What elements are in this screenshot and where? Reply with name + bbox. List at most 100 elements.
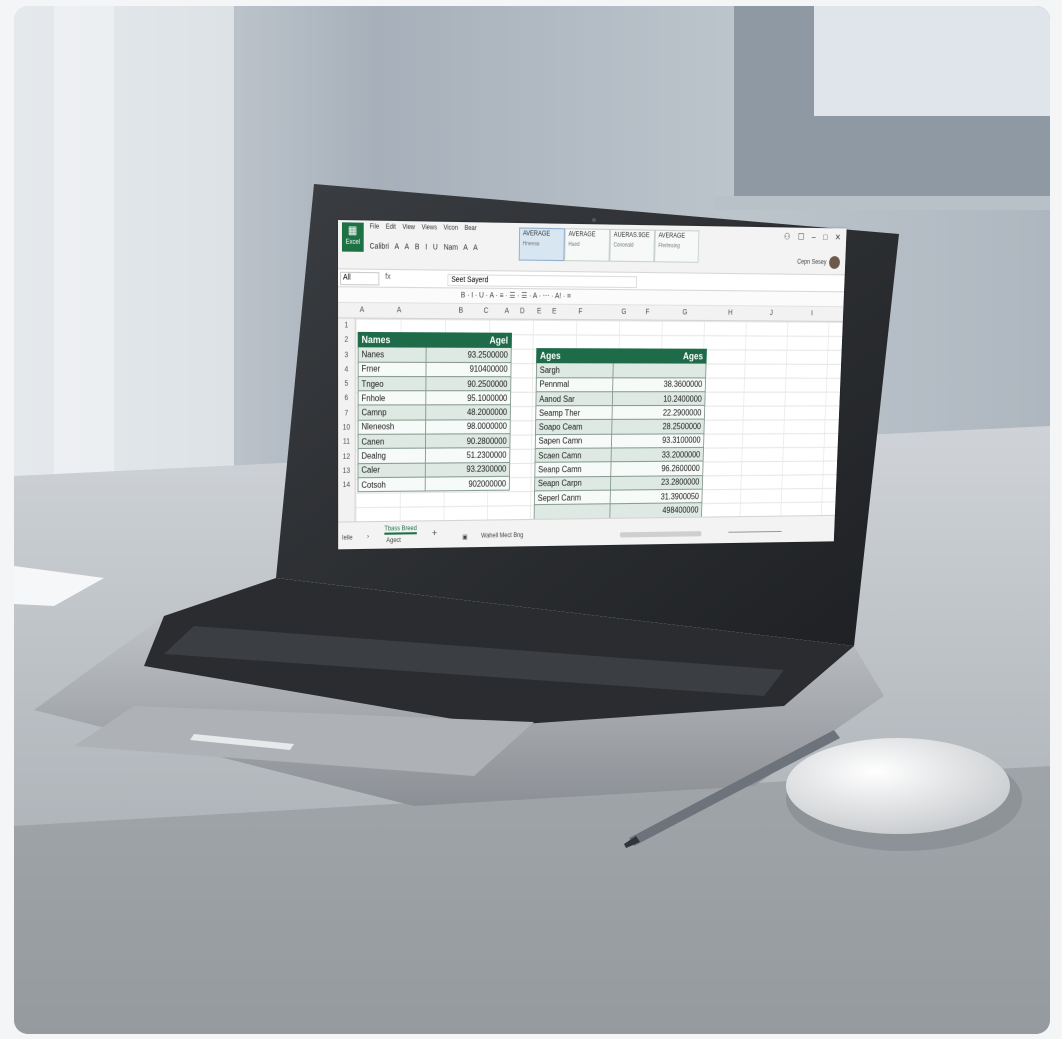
sheet-nav-label[interactable]: Ielle (342, 535, 353, 542)
column-header[interactable]: F (578, 308, 582, 316)
header-cell[interactable]: Agel (426, 332, 512, 348)
formula-input[interactable]: Seet Sayerd (447, 274, 638, 289)
age-cell[interactable]: 28.2500000 (611, 419, 705, 435)
age-cell[interactable]: 910400000 (425, 361, 512, 377)
restore-icon[interactable]: ☐ (798, 232, 805, 242)
age-cell[interactable]: 31.3900050 (610, 489, 703, 505)
age-cell[interactable]: 48.2000000 (425, 405, 511, 420)
name-cell[interactable]: Canen (358, 434, 426, 449)
font-color-button[interactable]: A (473, 244, 478, 252)
column-header[interactable]: E (537, 308, 542, 316)
shrink-font-button[interactable]: A (405, 243, 410, 251)
column-header[interactable]: A (505, 308, 510, 316)
age-cell[interactable]: 902000000 (425, 476, 510, 492)
name-cell[interactable]: Dealng (358, 448, 426, 464)
age-cell[interactable]: 33.2000000 (611, 447, 704, 463)
name-cell[interactable]: Scaen Camn (535, 448, 612, 463)
name-cell[interactable]: Fnhole (358, 390, 426, 406)
row-header[interactable]: 14 (338, 479, 354, 494)
grow-font-button[interactable]: A (395, 243, 400, 251)
style-average-4[interactable]: AVERAGE Fferlmsing (654, 229, 700, 263)
age-cell[interactable]: 38.3600000 (612, 377, 706, 392)
menu-views[interactable]: Views (422, 225, 438, 232)
name-button[interactable]: Nam (444, 244, 458, 252)
function-icon[interactable]: fx (385, 273, 390, 281)
name-cell[interactable]: Soapo Ceam (535, 419, 612, 435)
menu-edit[interactable]: Edit (386, 224, 396, 231)
age-cell[interactable] (612, 363, 707, 378)
age-cell[interactable]: 93.3100000 (611, 433, 704, 449)
chevron-right-icon[interactable]: › (367, 534, 369, 540)
add-sheet-button[interactable]: + (432, 528, 437, 539)
age-cell[interactable]: 90.2800000 (425, 433, 511, 449)
bold-button[interactable]: B (415, 244, 420, 252)
format-tools[interactable]: B · I · U · A · ≡ · ☰ · ☰ · A · ⋯ · A! ·… (461, 291, 571, 301)
name-cell[interactable]: Sapen Camn (535, 434, 612, 449)
row-header[interactable]: 5 (338, 377, 355, 392)
name-cell[interactable]: Seamp Ther (535, 405, 613, 421)
name-cell[interactable]: Aanod Sar (535, 391, 613, 406)
age-cell[interactable]: 23.2800000 (610, 475, 703, 491)
row-header[interactable]: 11 (338, 435, 355, 450)
row-header[interactable]: 7 (338, 406, 355, 421)
style-average-2[interactable]: AVERAGE Hued (564, 228, 611, 262)
column-header[interactable]: F (645, 309, 649, 317)
view-icon[interactable]: ▣ (462, 534, 467, 541)
name-cell[interactable]: Sargh (536, 362, 614, 378)
name-cell[interactable]: Tngeo (358, 376, 426, 391)
sheet-tab[interactable]: Agect (386, 538, 401, 545)
menu-vicon[interactable]: Vicon (443, 225, 458, 232)
name-cell[interactable]: Seperl Canm (534, 490, 611, 505)
row-header[interactable]: 13 (338, 464, 355, 479)
maximize-icon[interactable]: □ (823, 232, 828, 242)
column-header[interactable]: H (728, 309, 733, 317)
header-cell[interactable]: Names (358, 332, 427, 348)
row-header[interactable]: 4 (338, 363, 355, 378)
name-cell[interactable]: Seapn Carpn (534, 476, 611, 491)
name-cell[interactable]: Camnp (358, 405, 426, 421)
name-box[interactable]: All (340, 271, 380, 286)
column-header[interactable]: I (811, 310, 813, 317)
age-cell[interactable]: 22.2900000 (611, 405, 705, 420)
column-header[interactable]: G (682, 309, 687, 317)
age-cell[interactable]: 98.0000000 (425, 419, 511, 435)
column-header[interactable]: B (459, 307, 464, 315)
age-cell[interactable]: 93.2300000 (425, 462, 510, 478)
zoom-slider[interactable] (728, 530, 782, 533)
fill-color-button[interactable]: A (463, 244, 468, 252)
name-cell[interactable] (534, 504, 611, 519)
minimize-icon[interactable]: – (812, 232, 816, 242)
italic-button[interactable]: I (425, 244, 427, 252)
underline-button[interactable]: U (433, 244, 438, 252)
style-average-1[interactable]: AVERAGE Hneeaa (518, 227, 565, 262)
column-header[interactable]: C (484, 307, 489, 315)
age-cell[interactable]: 10.2400000 (612, 391, 706, 406)
name-cell[interactable]: Nleneosh (358, 419, 426, 435)
header-cell[interactable]: Ages (613, 348, 707, 364)
age-cell[interactable]: 51.2300000 (425, 447, 510, 463)
column-header[interactable]: G (621, 309, 626, 317)
age-cell[interactable]: 90.2500000 (425, 376, 511, 391)
close-icon[interactable]: ✕ (835, 233, 841, 243)
age-cell[interactable]: 95.1000000 (425, 390, 511, 406)
user-account[interactable]: Cepn Sesey (797, 256, 841, 269)
row-header[interactable]: 3 (338, 348, 355, 363)
row-header[interactable]: 1 (338, 318, 355, 333)
column-header[interactable]: E (552, 308, 557, 316)
menu-view[interactable]: View (402, 224, 415, 231)
column-header[interactable]: A (360, 306, 365, 314)
row-header[interactable]: 2 (338, 333, 355, 348)
column-header[interactable]: A (397, 307, 402, 315)
name-cell[interactable]: Cotsoh (357, 477, 426, 493)
horizontal-scrollbar[interactable] (619, 531, 702, 538)
name-cell[interactable]: Pennmal (536, 377, 613, 392)
row-header[interactable]: 10 (338, 421, 355, 436)
age-cell[interactable]: 498400000 (609, 502, 702, 518)
menu-bear[interactable]: Bear (464, 225, 476, 232)
sheet-tab-active[interactable]: Tbass Breed (384, 525, 417, 535)
row-header[interactable]: 6 (338, 392, 355, 407)
font-name[interactable]: Calibri (370, 243, 390, 251)
name-cell[interactable]: Frner (358, 361, 427, 377)
name-cell[interactable]: Caler (358, 462, 426, 478)
row-header[interactable]: 12 (338, 450, 355, 465)
